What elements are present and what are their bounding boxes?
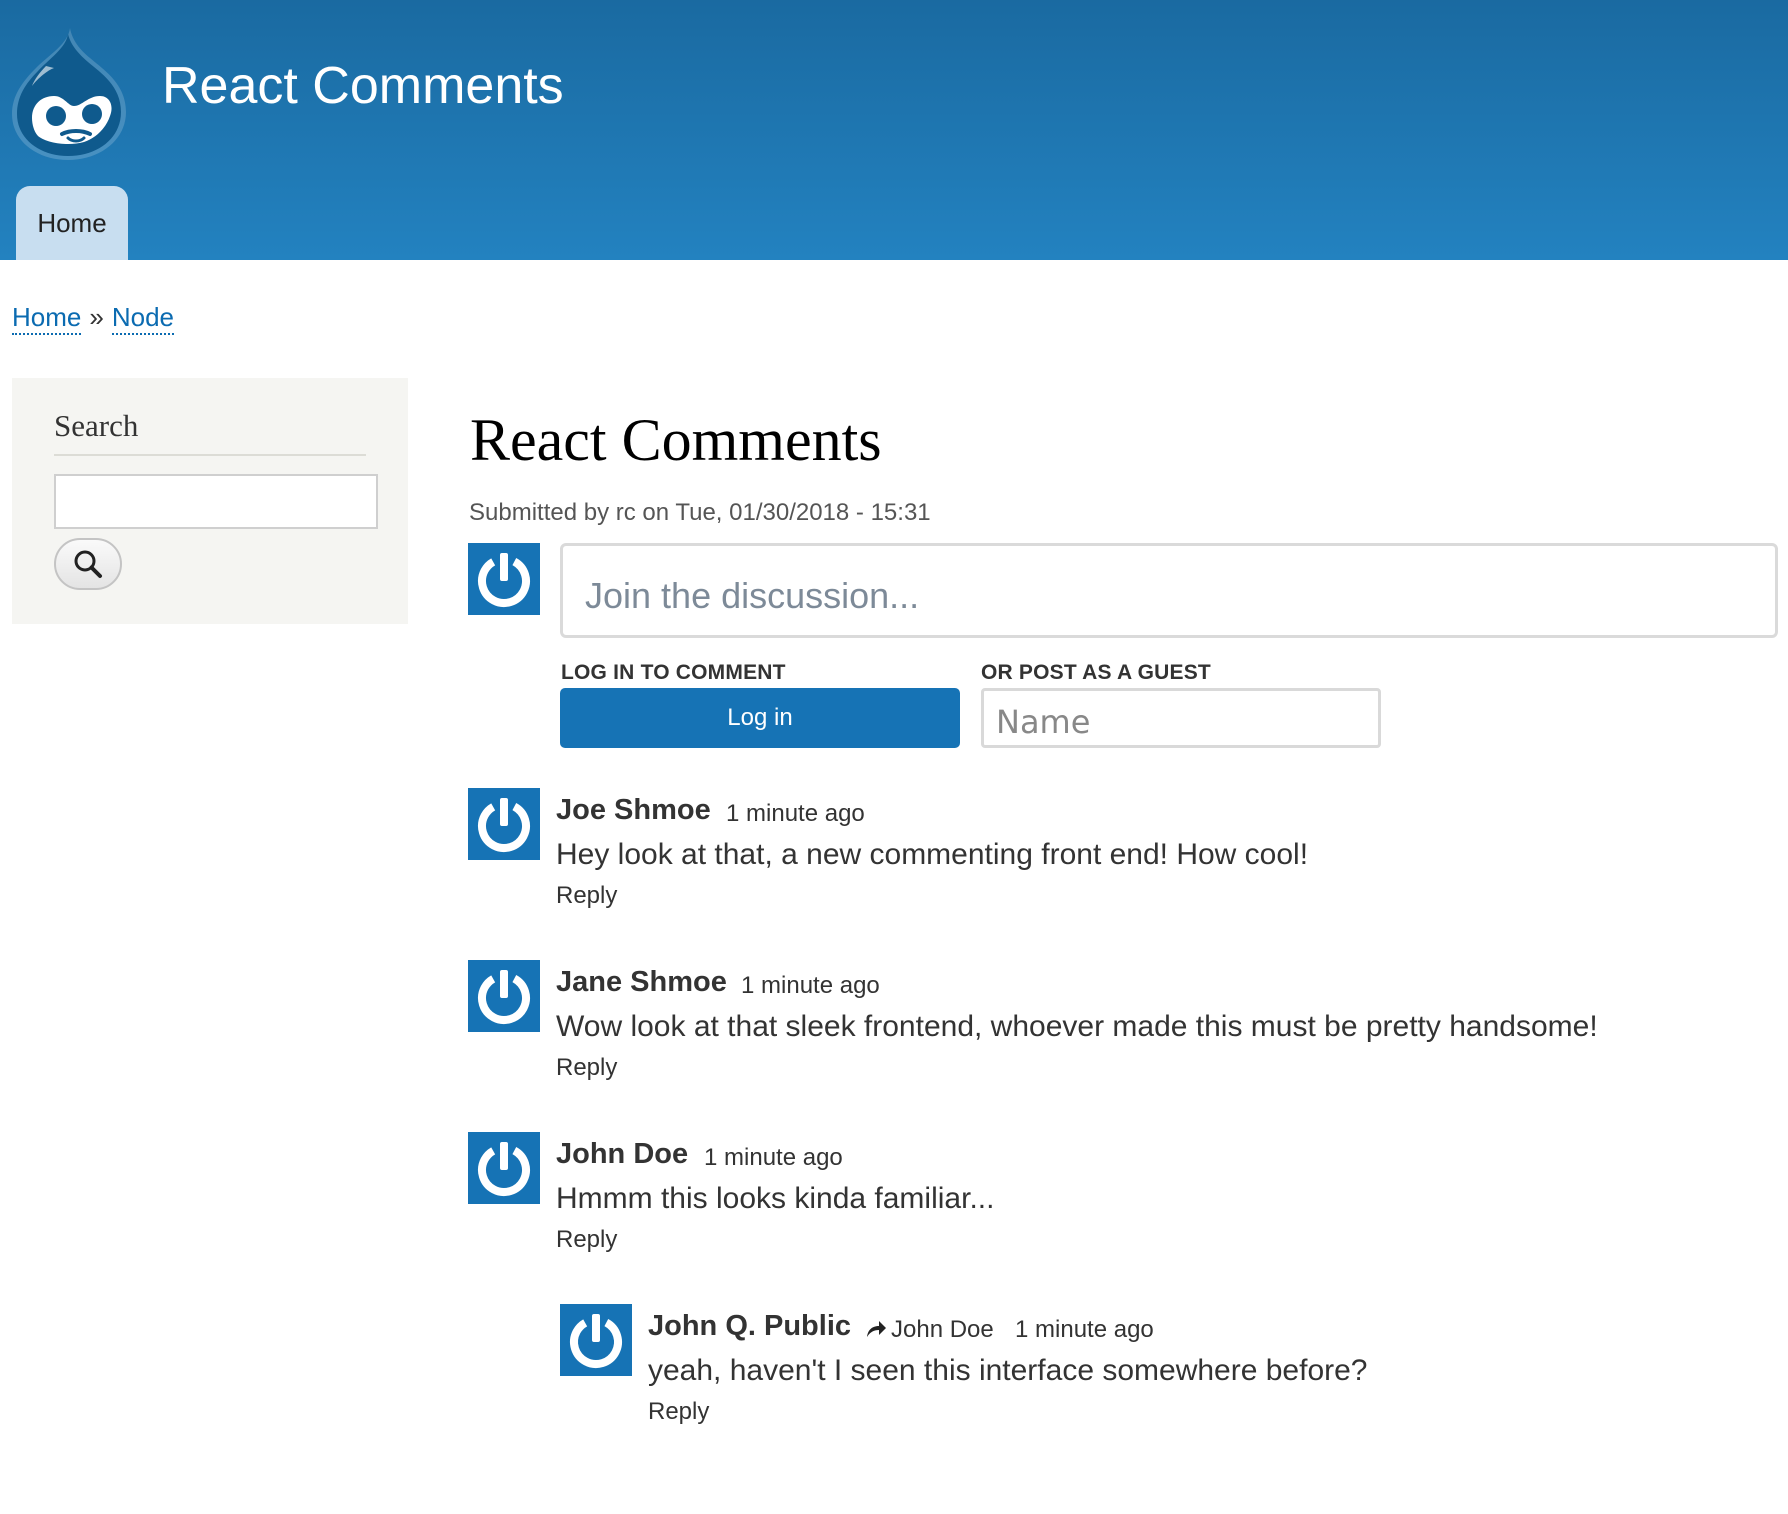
search-input[interactable] — [54, 474, 378, 529]
reply-link[interactable]: Reply — [556, 1226, 617, 1254]
comment-author[interactable]: Joe Shmoe — [556, 794, 711, 827]
comment-input[interactable]: Join the discussion... — [560, 543, 1778, 638]
comment-time: 1 minute ago — [704, 1144, 843, 1171]
site-header: React Comments Home — [0, 0, 1788, 260]
comment-text: yeah, haven't I seen this interface some… — [648, 1354, 1368, 1387]
power-avatar-icon — [478, 1142, 530, 1196]
avatar — [468, 543, 540, 615]
comment-avatar — [468, 1132, 540, 1204]
search-block-title: Search — [54, 408, 366, 456]
guest-label: OR POST AS A GUEST — [981, 661, 1211, 684]
comment-text: Hmmm this looks kinda familiar... — [556, 1182, 995, 1215]
breadcrumb-link-node[interactable]: Node — [111, 302, 174, 335]
login-label: LOG IN TO COMMENT — [561, 661, 786, 684]
submitted-info: Submitted by rc on Tue, 01/30/2018 - 15:… — [469, 499, 931, 526]
comment-author[interactable]: John Q. Public — [648, 1310, 851, 1343]
breadcrumb-separator: » — [89, 302, 104, 332]
comment-text: Hey look at that, a new commenting front… — [556, 838, 1309, 871]
breadcrumb-link-home[interactable]: Home — [12, 302, 82, 335]
comment-time: 1 minute ago — [726, 800, 865, 827]
reply-link[interactable]: Reply — [556, 1054, 617, 1082]
comment-avatar — [468, 788, 540, 860]
reply-to-indicator[interactable]: John Doe — [865, 1316, 994, 1344]
search-icon — [74, 550, 102, 578]
breadcrumb: Home» Node — [12, 302, 174, 335]
comment-time: 1 minute ago — [1015, 1316, 1154, 1343]
sidebar-search-block: Search — [12, 378, 408, 624]
site-name[interactable]: React Comments — [162, 56, 564, 116]
comment-author[interactable]: Jane Shmoe — [556, 966, 727, 999]
comment-avatar — [560, 1304, 632, 1376]
guest-name-field[interactable]: Name — [981, 688, 1381, 748]
comment-time: 1 minute ago — [741, 972, 880, 999]
power-avatar-icon — [478, 798, 530, 852]
comment-author[interactable]: John Doe — [556, 1138, 688, 1171]
power-avatar-icon — [478, 970, 530, 1024]
drupal-logo-icon[interactable] — [10, 26, 128, 162]
reply-link[interactable]: Reply — [556, 882, 617, 910]
comment-text: Wow look at that sleek frontend, whoever… — [556, 1010, 1598, 1043]
power-avatar-icon — [478, 553, 530, 607]
reply-link[interactable]: Reply — [648, 1398, 709, 1426]
page-title: React Comments — [470, 407, 882, 473]
nav-tab-home[interactable]: Home — [16, 186, 128, 260]
login-button[interactable]: Log in — [560, 688, 960, 748]
search-button[interactable] — [54, 538, 122, 590]
comment-avatar — [468, 960, 540, 1032]
power-avatar-icon — [570, 1314, 622, 1368]
reply-to-author: John Doe — [891, 1316, 994, 1343]
reply-arrow-icon — [867, 1321, 886, 1337]
